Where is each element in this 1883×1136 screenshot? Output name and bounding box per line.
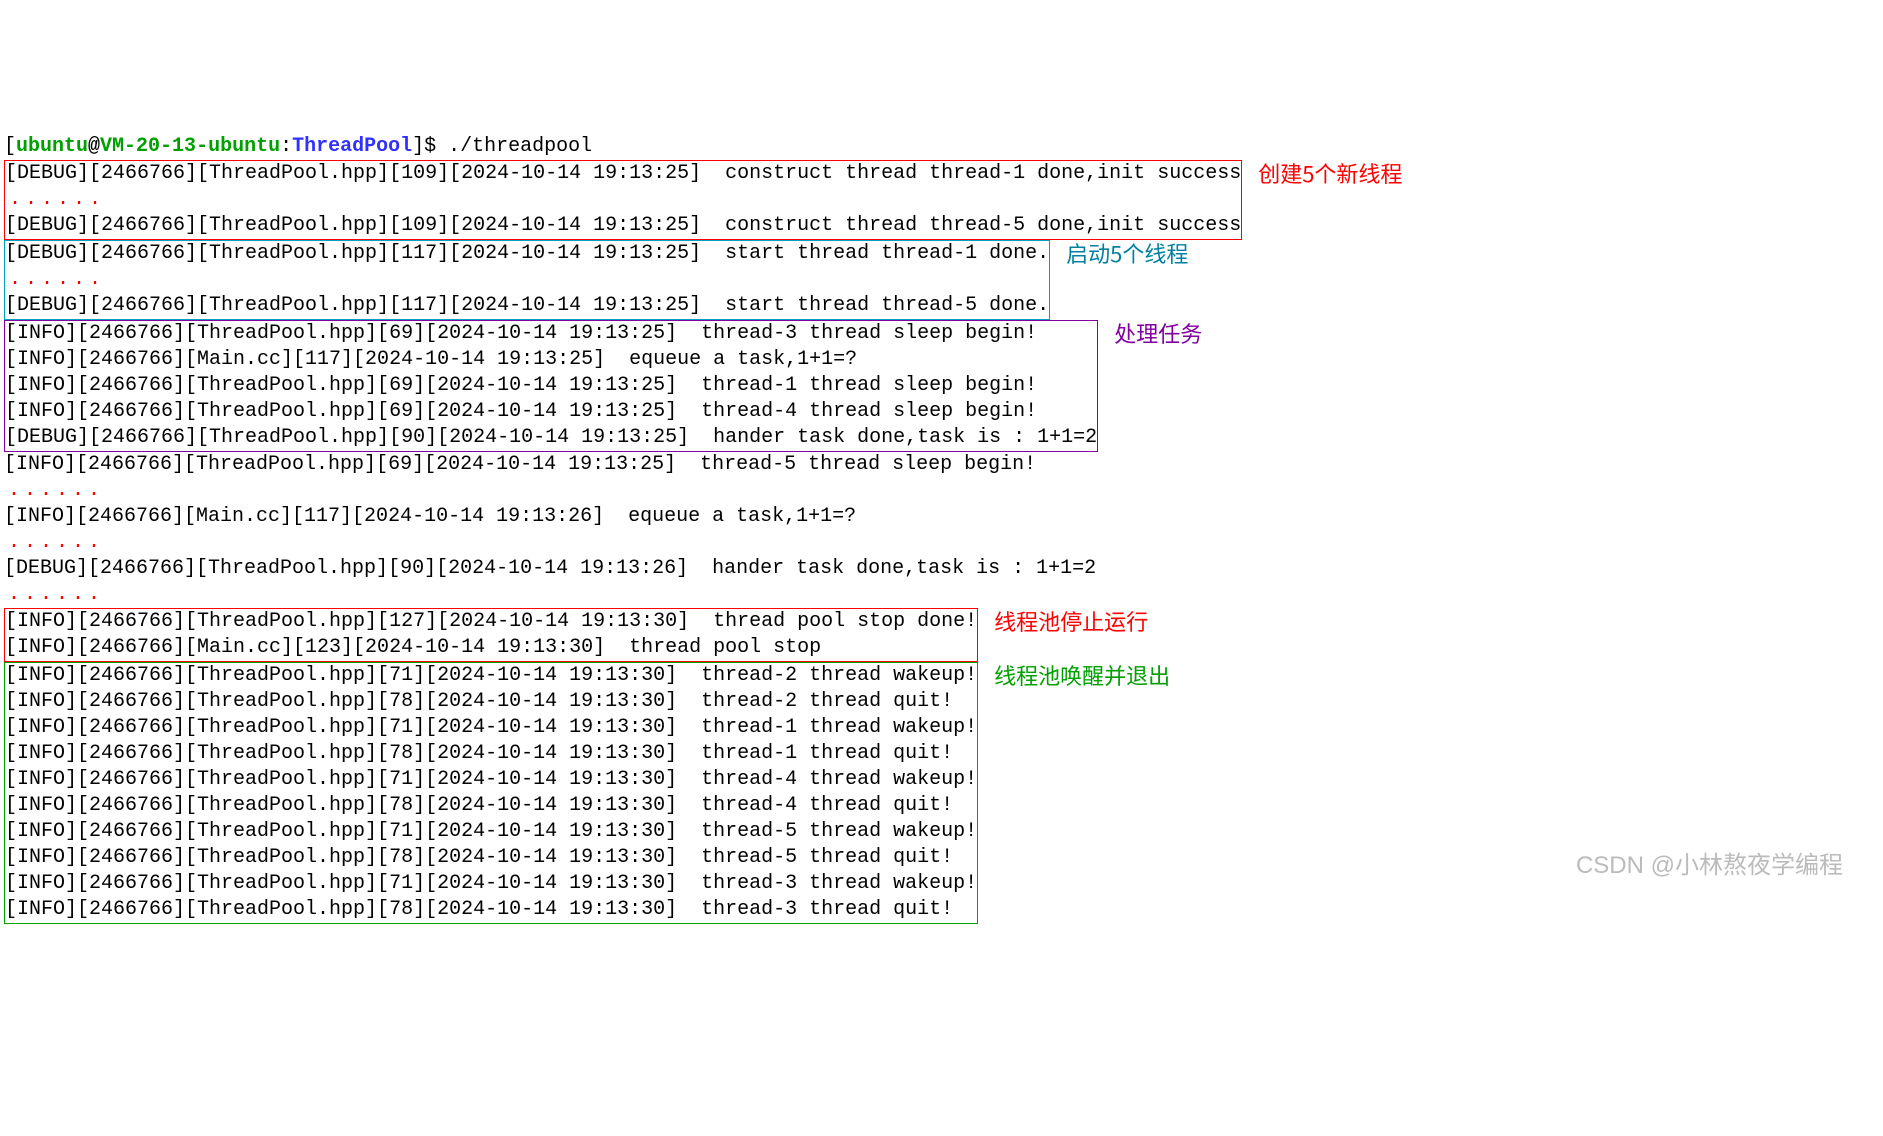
log-line: [INFO][2466766][Main.cc][117][2024-10-14…	[5, 348, 857, 371]
log-line: [INFO][2466766][ThreadPool.hpp][78][2024…	[5, 794, 953, 817]
log-line: [DEBUG][2466766][ThreadPool.hpp][109][20…	[5, 214, 1241, 237]
log-line: [INFO][2466766][ThreadPool.hpp][71][2024…	[5, 716, 977, 739]
log-line: [INFO][2466766][ThreadPool.hpp][71][2024…	[5, 872, 977, 895]
log-line: [INFO][2466766][ThreadPool.hpp][71][2024…	[5, 664, 977, 687]
prompt-path: ThreadPool	[292, 135, 412, 158]
log-line: [INFO][2466766][ThreadPool.hpp][71][2024…	[5, 820, 977, 843]
ellipsis: ......	[5, 188, 105, 211]
annotation-quit: 线程池唤醒并退出	[994, 662, 1170, 688]
ellipsis: ......	[4, 479, 104, 502]
prompt-colon: :	[280, 135, 292, 158]
annotation-stop: 线程池停止运行	[994, 608, 1148, 634]
log-line: [INFO][2466766][ThreadPool.hpp][69][2024…	[5, 400, 1037, 423]
task-block: [INFO][2466766][ThreadPool.hpp][69][2024…	[4, 320, 1098, 452]
log-line: [INFO][2466766][ThreadPool.hpp][69][2024…	[4, 453, 1036, 476]
ellipsis: ......	[4, 531, 104, 554]
stop-block: [INFO][2466766][ThreadPool.hpp][127][202…	[4, 608, 978, 662]
log-line: [INFO][2466766][Main.cc][123][2024-10-14…	[5, 636, 821, 659]
start-threads-block: [DEBUG][2466766][ThreadPool.hpp][117][20…	[4, 240, 1050, 320]
log-line: [INFO][2466766][ThreadPool.hpp][78][2024…	[5, 846, 953, 869]
annotation-start: 启动5个线程	[1066, 240, 1188, 266]
prompt-bracket-close: ]$	[412, 135, 448, 158]
log-line: [INFO][2466766][ThreadPool.hpp][127][202…	[5, 610, 977, 633]
log-line: [DEBUG][2466766][ThreadPool.hpp][90][202…	[4, 557, 1096, 580]
ellipsis: ......	[4, 583, 104, 606]
command: ./threadpool	[448, 135, 592, 158]
log-line: [INFO][2466766][ThreadPool.hpp][78][2024…	[5, 742, 953, 765]
prompt-user: ubuntu	[16, 135, 88, 158]
prompt-host: VM-20-13-ubuntu	[100, 135, 280, 158]
log-line: [INFO][2466766][ThreadPool.hpp][78][2024…	[5, 690, 953, 713]
annotation-task: 处理任务	[1114, 320, 1202, 346]
log-line: [INFO][2466766][ThreadPool.hpp][69][2024…	[5, 322, 1037, 345]
ellipsis: ......	[5, 268, 105, 291]
log-line: [DEBUG][2466766][ThreadPool.hpp][117][20…	[5, 294, 1049, 317]
log-line: [INFO][2466766][Main.cc][117][2024-10-14…	[4, 505, 856, 528]
annotation-create: 创建5个新线程	[1258, 160, 1402, 186]
prompt-at: @	[88, 135, 100, 158]
log-line: [INFO][2466766][ThreadPool.hpp][71][2024…	[5, 768, 977, 791]
log-line: [DEBUG][2466766][ThreadPool.hpp][109][20…	[5, 162, 1241, 185]
log-line: [DEBUG][2466766][ThreadPool.hpp][90][202…	[5, 426, 1097, 449]
log-line: [DEBUG][2466766][ThreadPool.hpp][117][20…	[5, 242, 1049, 265]
prompt-bracket-open: [	[4, 135, 16, 158]
prompt-line: [ubuntu@VM-20-13-ubuntu:ThreadPool]$ ./t…	[4, 135, 592, 158]
create-threads-block: [DEBUG][2466766][ThreadPool.hpp][109][20…	[4, 160, 1242, 240]
quit-block: [INFO][2466766][ThreadPool.hpp][71][2024…	[4, 662, 978, 924]
terminal-output: [ubuntu@VM-20-13-ubuntu:ThreadPool]$ ./t…	[4, 108, 1879, 950]
log-line: [INFO][2466766][ThreadPool.hpp][78][2024…	[5, 898, 953, 921]
log-line: [INFO][2466766][ThreadPool.hpp][69][2024…	[5, 374, 1037, 397]
